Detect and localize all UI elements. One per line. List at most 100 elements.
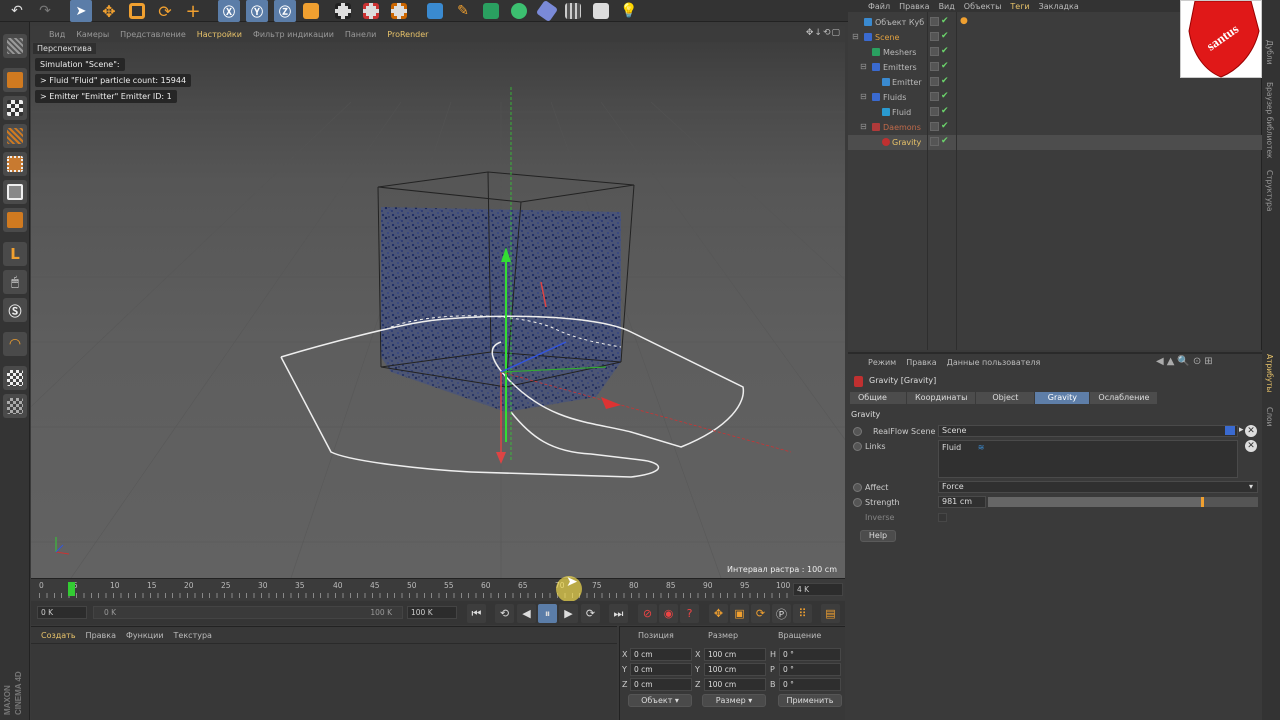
transform-tool-icon[interactable]: + <box>182 0 204 22</box>
auto-keying-icon[interactable]: ◉ <box>659 604 678 623</box>
enabled-check-icon[interactable]: ✔ <box>941 31 949 41</box>
points-mode-icon[interactable] <box>3 152 27 176</box>
tab-falloff[interactable]: Ослабление <box>1090 392 1158 404</box>
render-picture-viewer-icon[interactable] <box>360 0 382 22</box>
timeline-window-icon[interactable]: ▤ <box>821 604 840 623</box>
z-axis-lock-icon[interactable]: Ⓩ <box>274 0 296 22</box>
enabled-check-icon[interactable]: ✔ <box>941 76 949 86</box>
polygons-mode-icon[interactable] <box>3 208 27 232</box>
side-tab-takes[interactable]: Дубли <box>1265 40 1274 65</box>
camera-icon[interactable] <box>590 0 612 22</box>
rotation-p-field[interactable]: 0 ° <box>779 663 841 676</box>
animate-toggle[interactable] <box>853 483 862 492</box>
enabled-check-icon[interactable]: ✔ <box>941 46 949 56</box>
scale-tool-icon[interactable] <box>126 0 148 22</box>
visibility-toggle[interactable] <box>930 47 939 56</box>
previous-key-icon[interactable]: ⟲ <box>495 604 514 623</box>
record-rotation-icon[interactable]: ⟳ <box>751 604 770 623</box>
select-tool-icon[interactable]: ➤ <box>70 0 92 22</box>
enabled-check-icon[interactable]: ✔ <box>941 91 949 101</box>
tree-item-fluid[interactable]: Fluid ✔ <box>848 105 1262 120</box>
keyframe-selection-icon[interactable]: ? <box>680 604 699 623</box>
enabled-check-icon[interactable]: ✔ <box>941 136 949 146</box>
snap-icon[interactable]: Ⓢ <box>3 298 27 322</box>
time-range-slider[interactable]: 0 K 100 K <box>93 606 403 619</box>
render-view-icon[interactable] <box>332 0 354 22</box>
viewport-menu-filter[interactable]: Фильтр индикации <box>253 30 334 39</box>
tab-object[interactable]: Object <box>976 392 1035 404</box>
enabled-check-icon[interactable]: ✔ <box>941 121 949 131</box>
model-mode-icon[interactable] <box>3 68 27 92</box>
material-menu-edit[interactable]: Правка <box>86 631 116 640</box>
size-z-field[interactable]: 100 cm <box>704 678 766 691</box>
links-list[interactable]: Fluid ≋ <box>938 440 1238 478</box>
obj-menu-view[interactable]: Вид <box>939 2 955 11</box>
record-keys-icon[interactable]: ⊘ <box>638 604 657 623</box>
attribute-nav-icons[interactable]: ◀▲🔍⊙⊞ <box>1156 356 1216 367</box>
record-position-icon[interactable]: ✥ <box>709 604 728 623</box>
tab-gravity[interactable]: Gravity <box>1035 392 1090 404</box>
lock-workplane-icon[interactable] <box>3 366 27 390</box>
edges-mode-icon[interactable] <box>3 180 27 204</box>
obj-menu-tags[interactable]: Теги <box>1010 2 1029 11</box>
help-button[interactable]: Help <box>860 530 896 542</box>
obj-menu-edit[interactable]: Правка <box>899 2 929 11</box>
previous-frame-icon[interactable]: ◀ <box>517 604 536 623</box>
attr-menu-edit[interactable]: Правка <box>906 358 936 367</box>
record-point-level-icon[interactable]: ⠿ <box>793 604 812 623</box>
spline-pen-icon[interactable]: ✎ <box>452 0 474 22</box>
render-settings-icon[interactable] <box>388 0 410 22</box>
material-menu-functions[interactable]: Функции <box>126 631 164 640</box>
tab-coordinates[interactable]: Координаты <box>907 392 976 404</box>
apply-button[interactable]: Применить <box>778 694 842 707</box>
material-menu-create[interactable]: Создать <box>41 631 76 640</box>
collapse-icon[interactable]: ⊟ <box>860 92 867 101</box>
record-scale-icon[interactable]: ▣ <box>730 604 749 623</box>
tweak-mode-icon[interactable]: 🖱 <box>3 270 27 294</box>
affect-dropdown[interactable]: Force ▾ <box>938 481 1258 493</box>
make-editable-icon[interactable] <box>3 34 27 58</box>
position-x-field[interactable]: 0 cm <box>630 648 692 661</box>
rotate-tool-icon[interactable]: ⟳ <box>154 0 176 22</box>
enabled-check-icon[interactable]: ✔ <box>941 16 949 26</box>
strength-field[interactable]: 981 cm <box>938 496 986 508</box>
redo-icon[interactable]: ↷ <box>34 0 56 22</box>
phong-tag-icon[interactable]: ● <box>960 16 968 26</box>
enabled-check-icon[interactable]: ✔ <box>941 61 949 71</box>
tree-item-daemons[interactable]: ⊟ Daemons ✔ <box>848 120 1262 135</box>
x-axis-lock-icon[interactable]: Ⓧ <box>218 0 240 22</box>
min-time-field[interactable]: 0 K <box>37 606 87 619</box>
side-tab-structure[interactable]: Структура <box>1265 170 1274 212</box>
collapse-icon[interactable]: ⊟ <box>852 32 859 41</box>
realflow-scene-field[interactable]: Scene <box>938 425 1238 437</box>
side-tab-layers[interactable]: Слои <box>1265 407 1274 427</box>
size-mode-dropdown[interactable]: Размер ▾ <box>702 694 766 707</box>
array-icon[interactable] <box>508 0 530 22</box>
visibility-toggle[interactable] <box>930 32 939 41</box>
attr-menu-user-data[interactable]: Данные пользователя <box>947 358 1041 367</box>
material-menu-texture[interactable]: Текстура <box>174 631 212 640</box>
position-z-field[interactable]: 0 cm <box>630 678 692 691</box>
magnet-icon[interactable]: ◠ <box>3 332 27 356</box>
rotation-b-field[interactable]: 0 ° <box>779 678 841 691</box>
move-tool-icon[interactable]: ✥ <box>98 0 120 22</box>
tree-item-gravity[interactable]: Gravity ✔ <box>848 135 1262 150</box>
size-y-field[interactable]: 100 cm <box>704 663 766 676</box>
visibility-toggle[interactable] <box>930 107 939 116</box>
clear-link-icon[interactable]: ✕ <box>1245 425 1257 437</box>
current-frame-field[interactable]: 4 K <box>793 583 843 596</box>
coord-mode-dropdown[interactable]: Объект ▾ <box>628 694 692 707</box>
obj-menu-objects[interactable]: Объекты <box>964 2 1002 11</box>
animate-toggle[interactable] <box>853 442 862 451</box>
viewport-menu-view[interactable]: Вид <box>49 30 65 39</box>
undo-icon[interactable]: ↶ <box>6 0 28 22</box>
floor-icon[interactable] <box>562 0 584 22</box>
inverse-checkbox[interactable] <box>938 513 947 522</box>
visibility-toggle[interactable] <box>930 137 939 146</box>
attr-menu-mode[interactable]: Режим <box>868 358 896 367</box>
arrow-right-icon[interactable]: ▸ <box>1239 425 1244 435</box>
rotation-h-field[interactable]: 0 ° <box>779 648 841 661</box>
max-time-field[interactable]: 100 K <box>407 606 457 619</box>
position-y-field[interactable]: 0 cm <box>630 663 692 676</box>
go-to-start-icon[interactable]: ⏮ <box>467 604 486 623</box>
